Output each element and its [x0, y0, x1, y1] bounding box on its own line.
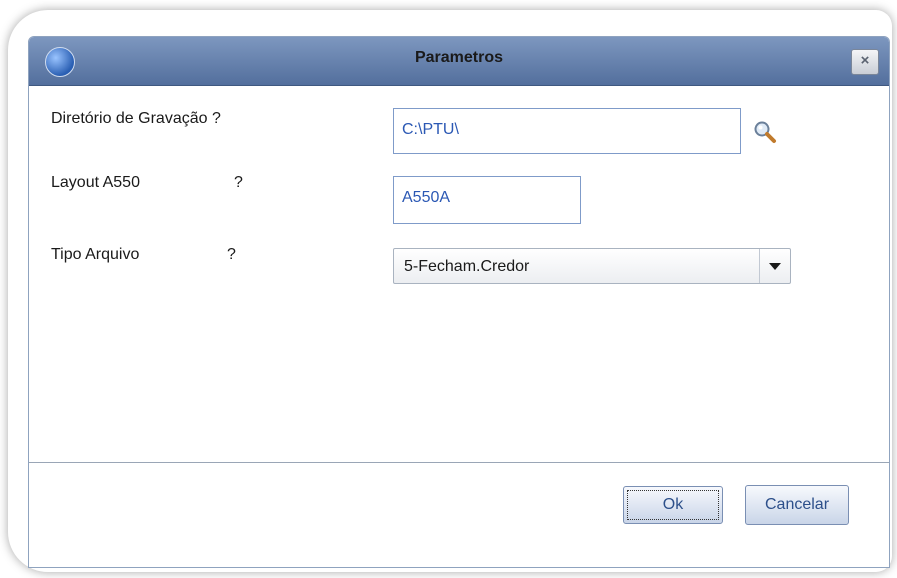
directory-label: Diretório de Gravação ?	[51, 110, 221, 127]
button-bar: Ok Cancelar	[29, 463, 889, 567]
ok-button-label: Ok	[627, 490, 719, 520]
tipo-arquivo-selected-value: 5-Fecham.Credor	[404, 258, 530, 275]
dialog-title: Parametros	[414, 49, 504, 66]
screen: Parametros × Diretório de Gravação ? C:\…	[0, 0, 897, 578]
layout-input[interactable]: A550A	[393, 176, 581, 224]
search-icon[interactable]	[753, 120, 777, 144]
directory-input[interactable]: C:\PTU\	[393, 108, 741, 154]
title-bar[interactable]: Parametros ×	[29, 37, 889, 86]
tipo-arquivo-question-mark: ?	[227, 246, 236, 263]
form-area: Diretório de Gravação ? C:\PTU\ Layout A…	[29, 86, 889, 463]
layout-question-mark: ?	[234, 174, 243, 191]
parametros-dialog: Parametros × Diretório de Gravação ? C:\…	[28, 36, 890, 568]
close-button[interactable]: ×	[851, 49, 879, 75]
tipo-arquivo-select[interactable]: 5-Fecham.Credor	[393, 248, 791, 284]
tipo-arquivo-label: Tipo Arquivo	[51, 246, 140, 263]
chevron-down-icon[interactable]	[759, 249, 790, 283]
cancel-button[interactable]: Cancelar	[745, 485, 849, 525]
layout-label: Layout A550	[51, 174, 140, 191]
ok-button[interactable]: Ok	[623, 486, 723, 524]
